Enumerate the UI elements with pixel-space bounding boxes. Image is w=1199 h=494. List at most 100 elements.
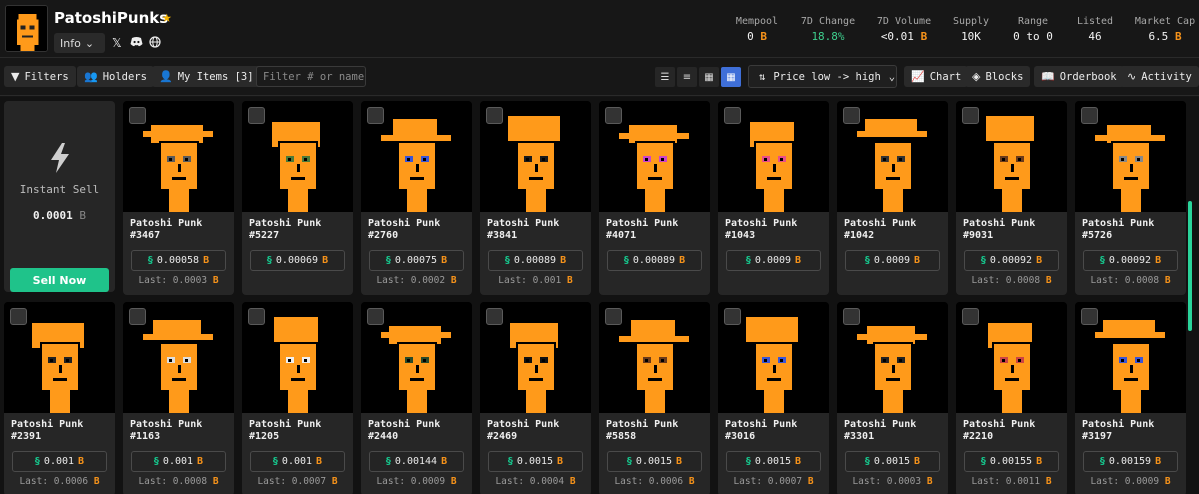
nft-card[interactable]: Patoshi Punk #3016 § 0.0015 B Last: 0.0007 B [718, 302, 829, 494]
nft-name: Patoshi Punk #3841 [487, 218, 560, 241]
price-button[interactable]: § 0.0015 B [607, 451, 702, 472]
select-checkbox[interactable] [724, 107, 741, 124]
select-checkbox[interactable] [1081, 107, 1098, 124]
select-checkbox[interactable] [843, 107, 860, 124]
ordinals-icon: § [626, 456, 632, 467]
price-button[interactable]: § 0.00092 B [1083, 250, 1178, 271]
view-list-icon[interactable]: ≡ [677, 67, 697, 87]
discord-icon[interactable] [130, 36, 143, 50]
nft-card[interactable]: Patoshi Punk #9031 § 0.00092 B Last: 0.0008 B [956, 101, 1067, 295]
price-button[interactable]: § 0.00159 B [1083, 451, 1178, 472]
last-sale: Last: 0.0008 B [138, 476, 219, 487]
select-checkbox[interactable] [248, 107, 265, 124]
stat-range: Range 0 to 0 [1013, 16, 1053, 43]
price-button[interactable]: § 0.00075 B [369, 250, 464, 271]
ordinals-icon: § [980, 255, 986, 266]
nft-card[interactable]: Patoshi Punk #3301 § 0.0015 B Last: 0.0003 B [837, 302, 948, 494]
nft-card[interactable]: Patoshi Punk #1205 § 0.001 B Last: 0.0007 B [242, 302, 353, 494]
price-button[interactable]: § 0.0009 B [726, 250, 821, 271]
nft-card[interactable]: Patoshi Punk #2210 § 0.00155 B Last: 0.0011 B [956, 302, 1067, 494]
select-checkbox[interactable] [129, 308, 146, 325]
filter-input[interactable] [256, 66, 366, 87]
price-button[interactable]: § 0.0015 B [845, 451, 940, 472]
nft-name: Patoshi Punk #3467 [130, 218, 203, 241]
price-button[interactable]: § 0.00092 B [964, 250, 1059, 271]
select-checkbox[interactable] [367, 107, 384, 124]
nft-card[interactable]: Patoshi Punk #2440 § 0.00144 B Last: 0.0009 B [361, 302, 472, 494]
nft-card[interactable]: Patoshi Punk #4071 § 0.00089 B [599, 101, 710, 295]
sort-dropdown[interactable]: ⇅ Price low -> high ⌄ [748, 65, 897, 88]
filters-button[interactable]: ▼ Filters [4, 66, 76, 87]
nft-card[interactable]: Patoshi Punk #3197 § 0.00159 B Last: 0.0009 B [1075, 302, 1186, 494]
holders-button[interactable]: 👥 Holders [77, 66, 154, 87]
nft-card[interactable]: Patoshi Punk #5858 § 0.0015 B Last: 0.0006 B [599, 302, 710, 494]
scrollbar[interactable] [1188, 201, 1192, 331]
nft-name: Patoshi Punk #2391 [11, 419, 84, 442]
nft-card[interactable]: Patoshi Punk #1043 § 0.0009 B [718, 101, 829, 295]
orderbook-button[interactable]: 📖 Orderbook [1034, 66, 1124, 87]
nft-card[interactable]: Patoshi Punk #1163 § 0.001 B Last: 0.0008 B [123, 302, 234, 494]
funnel-icon: ▼ [11, 70, 20, 83]
select-checkbox[interactable] [843, 308, 860, 325]
select-checkbox[interactable] [605, 308, 622, 325]
price-button[interactable]: § 0.00155 B [964, 451, 1059, 472]
select-checkbox[interactable] [724, 308, 741, 325]
select-checkbox[interactable] [129, 107, 146, 124]
ordinals-icon: § [147, 255, 153, 266]
book-icon: 📖 [1041, 70, 1055, 83]
last-sale: Last: 0.0007 B [733, 476, 814, 487]
blocks-button[interactable]: ◈ Blocks [965, 66, 1031, 87]
nft-card[interactable]: Patoshi Punk #3841 § 0.00089 B Last: 0.001 B [480, 101, 591, 295]
nft-name: Patoshi Punk #1043 [725, 218, 798, 241]
price-button[interactable]: § 0.0015 B [488, 451, 583, 472]
view-grid-small-icon[interactable]: ▦ [699, 67, 719, 87]
price-button[interactable]: § 0.001 B [131, 451, 226, 472]
select-checkbox[interactable] [605, 107, 622, 124]
view-grid-large-icon[interactable]: ▦ [721, 67, 741, 87]
nft-card[interactable]: Patoshi Punk #2469 § 0.0015 B Last: 0.0004 B [480, 302, 591, 494]
select-checkbox[interactable] [1081, 308, 1098, 325]
nft-name: Patoshi Punk #4071 [606, 218, 679, 241]
nft-card[interactable]: Patoshi Punk #2391 § 0.001 B Last: 0.0006 B [4, 302, 115, 494]
nft-card[interactable]: Patoshi Punk #1042 § 0.0009 B [837, 101, 948, 295]
ordinals-icon: § [266, 255, 272, 266]
select-checkbox[interactable] [486, 107, 503, 124]
select-checkbox[interactable] [248, 308, 265, 325]
line-chart-icon: 📈 [911, 70, 925, 83]
nft-name: Patoshi Punk #9031 [963, 218, 1036, 241]
stat-supply: Supply 10K [952, 16, 990, 43]
price-button[interactable]: § 0.00089 B [607, 250, 702, 271]
x-twitter-icon[interactable]: 𝕏 [112, 36, 122, 50]
nft-name: Patoshi Punk #5858 [606, 419, 679, 442]
select-checkbox[interactable] [10, 308, 27, 325]
nft-card[interactable]: Patoshi Punk #2760 § 0.00075 B Last: 0.0002 B [361, 101, 472, 295]
sell-now-button[interactable]: Sell Now [10, 268, 109, 292]
price-button[interactable]: § 0.00058 B [131, 250, 226, 271]
nft-name: Patoshi Punk #3197 [1082, 419, 1155, 442]
nft-card[interactable]: Patoshi Punk #5227 § 0.00069 B [242, 101, 353, 295]
select-checkbox[interactable] [962, 107, 979, 124]
ordinals-icon: § [385, 456, 391, 467]
activity-button[interactable]: ∿ Activity [1120, 66, 1199, 87]
chart-button[interactable]: 📈 Chart [904, 66, 969, 87]
price-button[interactable]: § 0.0009 B [845, 250, 940, 271]
price-button[interactable]: § 0.00069 B [250, 250, 345, 271]
last-sale: Last: 0.0007 B [257, 476, 338, 487]
website-globe-icon[interactable] [149, 36, 161, 51]
price-button[interactable]: § 0.00089 B [488, 250, 583, 271]
price-button[interactable]: § 0.001 B [250, 451, 345, 472]
price-button[interactable]: § 0.00144 B [369, 451, 464, 472]
select-checkbox[interactable] [486, 308, 503, 325]
price-button[interactable]: § 0.0015 B [726, 451, 821, 472]
nft-card[interactable]: Patoshi Punk #5726 § 0.00092 B Last: 0.0008 B [1075, 101, 1186, 295]
nft-card[interactable]: Patoshi Punk #3467 § 0.00058 B Last: 0.0003 B [123, 101, 234, 295]
view-list-detailed-icon[interactable]: ☰ [655, 67, 675, 87]
instant-sell-card: Instant Sell 0.0001 B Sell Now [4, 101, 115, 292]
select-checkbox[interactable] [962, 308, 979, 325]
chevron-down-icon: ⌄ [84, 36, 95, 50]
price-button[interactable]: § 0.001 B [12, 451, 107, 472]
info-dropdown[interactable]: Info ⌄ [54, 33, 105, 53]
select-checkbox[interactable] [367, 308, 384, 325]
my-items-button[interactable]: 👤 My Items [3] [152, 66, 261, 87]
favorite-star-icon[interactable]: ★ [162, 7, 172, 26]
